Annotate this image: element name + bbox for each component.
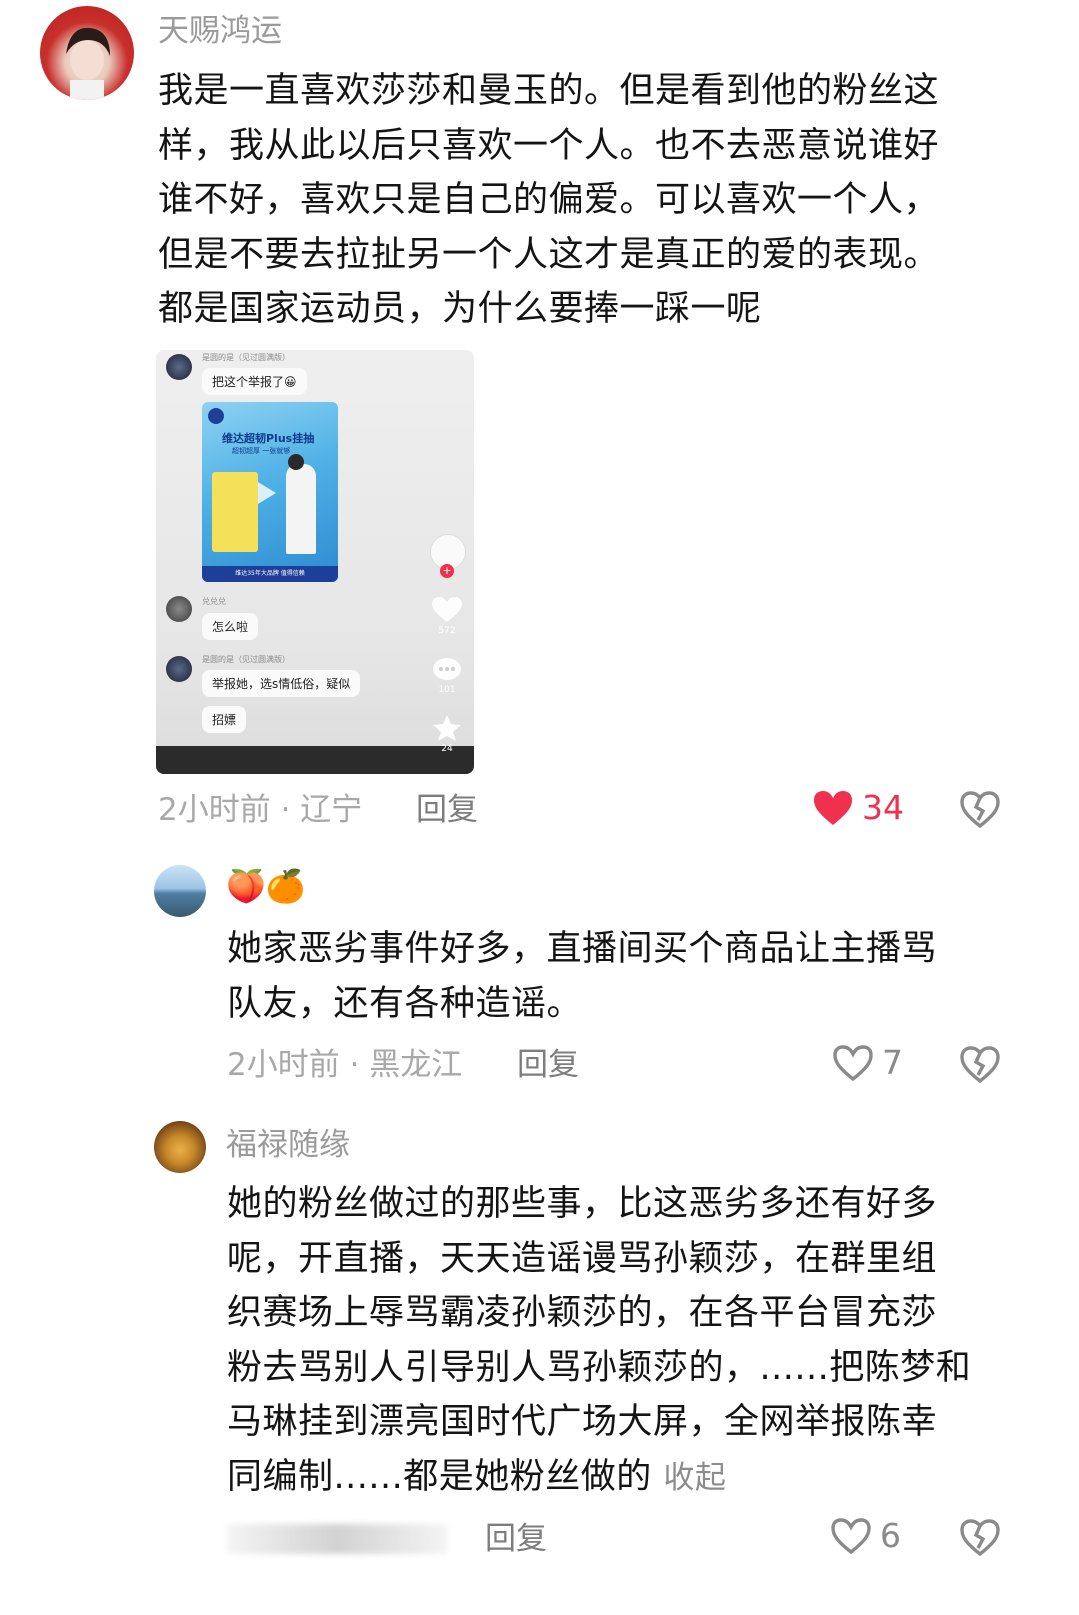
comment-text: 她的粉丝做过的那些事，比这恶劣多还有好多 呢，开直播，天天造谣谩骂孙颖莎，在群里… <box>227 1184 972 1497</box>
comment-meta-obscured <box>227 1524 447 1554</box>
comment-text: 我是一直喜欢莎莎和曼玉的。但是看到他的粉丝这 样，我从此以后只喜欢一个人。也不去… <box>158 71 940 329</box>
avatar <box>166 354 192 380</box>
like-count: 6 <box>880 1516 901 1555</box>
attached-screenshot[interactable]: 是圆的是（见过圆满版） 把这个举报了😀 维达超韧Plus挂抽 超韧超厚 一张就够… <box>156 350 474 774</box>
comment-meta: 2小时前 · 黑龙江 <box>227 1047 463 1083</box>
star-icon[interactable] <box>432 714 462 742</box>
avatar[interactable] <box>154 865 206 917</box>
embedded-username: 兑兑兑 <box>202 597 226 606</box>
embedded-comment: 把这个举报了😀 <box>202 368 307 395</box>
like-count: 34 <box>862 788 904 827</box>
poster-subtitle: 超韧超厚 一张就够 <box>232 447 291 455</box>
poster-title: 维达超韧Plus挂抽 <box>222 432 315 445</box>
embedded-like-count: 572 <box>438 626 456 636</box>
comment-text: 她家恶劣事件好多，直播间买个商品让主播骂 队友，还有各种造谣。 <box>227 929 938 1024</box>
embedded-favorite-count: 24 <box>441 744 453 754</box>
avatar[interactable] <box>40 6 134 100</box>
like-count: 7 <box>882 1043 903 1082</box>
like-button[interactable]: 34 <box>812 788 904 828</box>
embedded-username: 是圆的是（见过圆满版） <box>202 353 290 362</box>
collapse-button[interactable]: 收起 <box>663 1460 726 1496</box>
avatar[interactable] <box>154 1121 206 1173</box>
product-pack-icon <box>212 472 258 552</box>
heart-outline-icon <box>831 1518 871 1555</box>
reply-button[interactable]: 回复 <box>485 1519 547 1559</box>
reply-button[interactable]: 回复 <box>517 1045 579 1085</box>
embedded-comment: 怎么啦 <box>202 613 259 640</box>
comment-meta: 2小时前 · 辽宁 <box>158 792 363 828</box>
reply-button[interactable]: 回复 <box>416 790 478 830</box>
bottom-bar <box>156 746 474 774</box>
like-button[interactable]: 6 <box>830 1516 901 1556</box>
comment-icon[interactable] <box>431 656 463 684</box>
comment-username[interactable]: 天赐鸿运 <box>158 11 282 51</box>
embedded-comment-count: 101 <box>438 685 456 695</box>
heart-outline-icon <box>833 1045 873 1082</box>
ad-poster-image: 维达超韧Plus挂抽 超韧超厚 一张就够 维达35年大品牌 值得信赖 <box>202 402 338 582</box>
broken-heart-icon[interactable] <box>958 788 1002 832</box>
embedded-comment: 招嫖 <box>202 706 247 733</box>
embedded-username: 是圆的是（见过圆满版） <box>202 655 290 664</box>
heart-icon[interactable] <box>431 596 463 624</box>
embedded-comment: 举报她，选s情低俗，疑似 <box>202 670 361 697</box>
comment-username[interactable]: 🍑🍊 <box>226 866 306 906</box>
avatar <box>166 656 192 682</box>
comment-username[interactable]: 福禄随缘 <box>226 1125 350 1165</box>
like-button[interactable]: 7 <box>832 1043 903 1083</box>
avatar-portrait-icon <box>66 27 110 100</box>
heart-filled-icon <box>814 791 852 825</box>
avatar <box>166 596 192 622</box>
person-figure-icon <box>286 464 316 554</box>
poster-footer: 维达35年大品牌 值得信赖 <box>202 566 338 582</box>
play-icon[interactable] <box>258 482 276 504</box>
broken-heart-icon[interactable] <box>958 1516 1002 1560</box>
follow-plus-icon[interactable]: + <box>440 564 454 578</box>
broken-heart-icon[interactable] <box>958 1043 1002 1087</box>
brand-logo-icon <box>208 408 224 424</box>
